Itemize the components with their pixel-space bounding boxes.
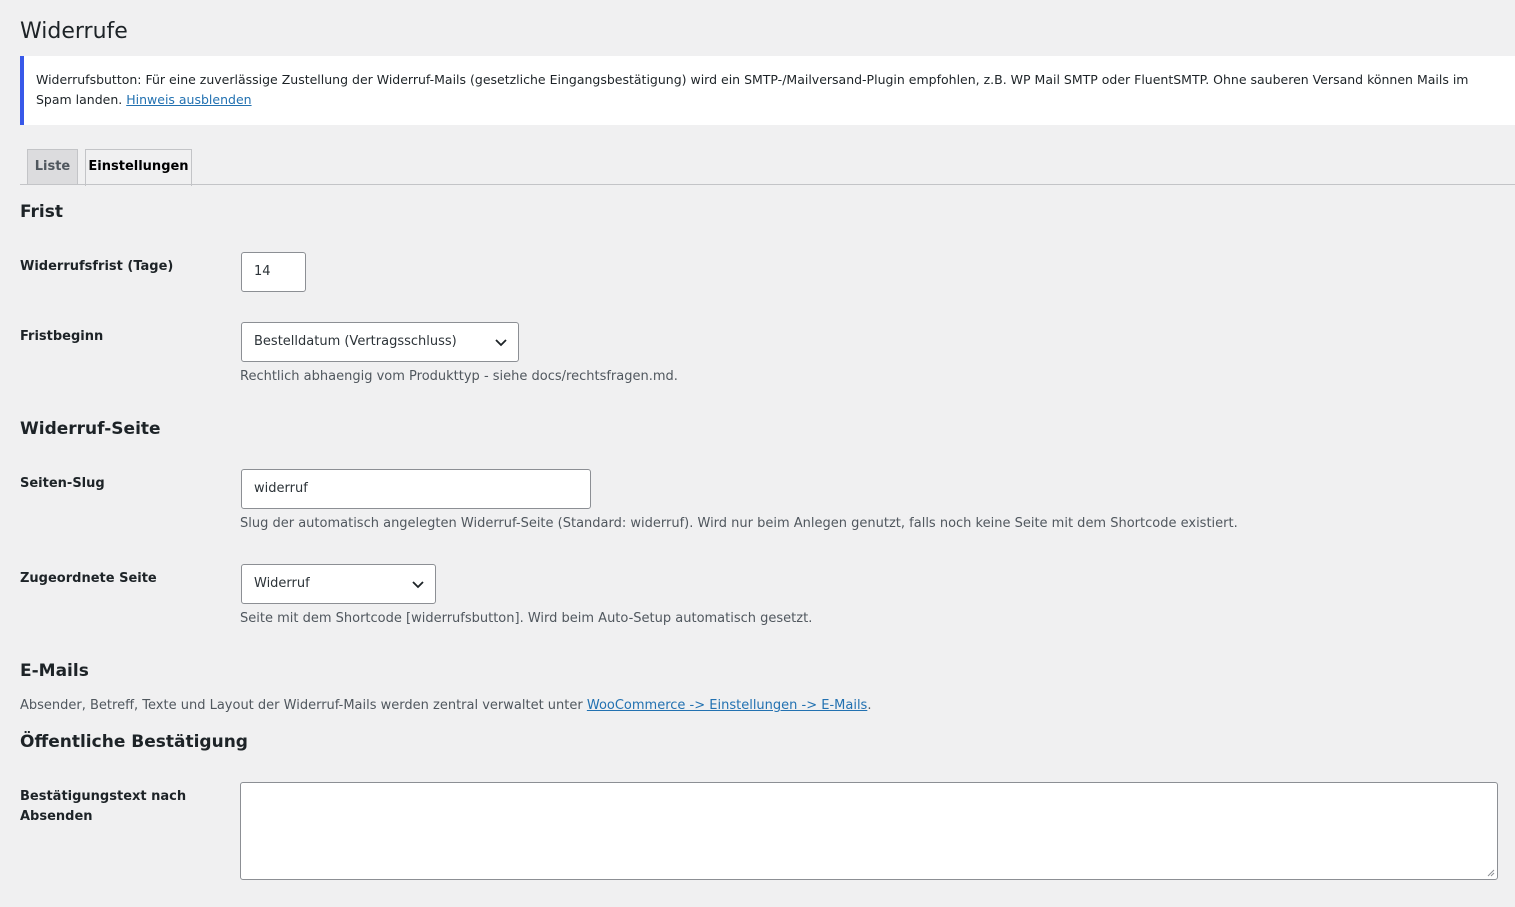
fristbeginn-description: Rechtlich abhaengig vom Produkttyp - sie… <box>240 369 678 384</box>
chevron-down-icon <box>412 581 424 589</box>
tab-einstellungen[interactable]: Einstellungen <box>85 149 192 186</box>
tab-liste[interactable]: Liste <box>27 149 78 185</box>
resize-grip-icon[interactable] <box>1485 867 1495 877</box>
section-heading-oeffentliche-bestaetigung: Öffentliche Bestätigung <box>20 732 248 752</box>
emails-description-text: Absender, Betreff, Texte und Layout der … <box>20 698 587 713</box>
zugeordnete-seite-label: Zugeordnete Seite <box>20 571 157 586</box>
emails-description-suffix: . <box>867 698 872 713</box>
emails-description: Absender, Betreff, Texte und Layout der … <box>20 696 871 716</box>
zugeordnete-seite-select[interactable]: Widerruf <box>241 564 436 604</box>
woocommerce-emails-link[interactable]: WooCommerce -> Einstellungen -> E-Mails <box>587 698 867 713</box>
zugeordnete-seite-selected-value: Widerruf <box>254 576 310 591</box>
fristbeginn-label: Fristbeginn <box>20 329 104 344</box>
settings-page: Widerrufe Widerrufsbutton: Für eine zuve… <box>0 0 1515 907</box>
fristbeginn-selected-value: Bestelldatum (Vertragsschluss) <box>254 334 457 349</box>
tab-divider <box>20 184 1515 185</box>
zugeordnete-seite-description: Seite mit dem Shortcode [widerrufsbutton… <box>240 611 813 626</box>
seiten-slug-description: Slug der automatisch angelegten Widerruf… <box>240 516 1238 531</box>
bestaetigungstext-textarea[interactable] <box>240 782 1498 880</box>
section-heading-widerruf-seite: Widerruf-Seite <box>20 419 161 439</box>
page-title: Widerrufe <box>20 19 128 44</box>
fristbeginn-select[interactable]: Bestelldatum (Vertragsschluss) <box>241 322 519 362</box>
smtp-notice: Widerrufsbutton: Für eine zuverlässige Z… <box>20 56 1515 125</box>
chevron-down-icon <box>495 339 507 347</box>
seiten-slug-label: Seiten-Slug <box>20 476 105 491</box>
seiten-slug-input[interactable]: widerruf <box>241 469 591 509</box>
dismiss-notice-link[interactable]: Hinweis ausblenden <box>126 92 251 107</box>
section-heading-frist: Frist <box>20 202 63 222</box>
section-heading-emails: E-Mails <box>20 661 89 681</box>
widerrufsfrist-input[interactable]: 14 <box>241 252 306 292</box>
bestaetigungstext-label: Bestätigungstext nach Absenden <box>20 789 187 824</box>
widerrufsfrist-label: Widerrufsfrist (Tage) <box>20 259 174 274</box>
